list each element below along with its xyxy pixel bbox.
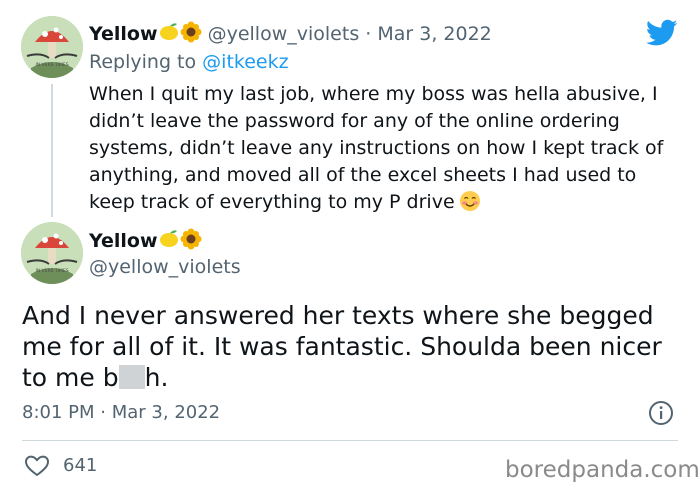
replying-to: Replying to @itkeekz [89, 50, 289, 74]
svg-text:IN VERS TIMES: IN VERS TIMES [35, 62, 68, 68]
avatar[interactable]: IN VERS TIMES [21, 222, 83, 284]
tweet-date[interactable]: Mar 3, 2022 [377, 23, 491, 45]
tweet-date: Mar 3, 2022 [111, 402, 221, 423]
separator-dot: · [100, 402, 106, 423]
lemon-emoji [159, 230, 178, 247]
sunflower-emoji [180, 21, 202, 43]
tweet2-name-row: Yellow [89, 228, 202, 253]
replying-handle-link[interactable]: @itkeekz [202, 51, 288, 73]
mushroom-frog-avatar-image: IN VERS TIMES [21, 16, 83, 78]
lemon-emoji [159, 23, 178, 40]
tweet1-header: Yellow @yellow_violets · Mar 3, 2022 [89, 21, 492, 46]
tweet2-body: And I never answered her texts where she… [22, 300, 687, 393]
censor-block [118, 365, 145, 389]
heart-icon[interactable] [24, 454, 50, 478]
thread-connector-line [51, 84, 53, 217]
tweet2-text-end: h. [144, 363, 169, 392]
like-count: 641 [63, 455, 98, 476]
separator-dot: · [365, 23, 372, 45]
display-name[interactable]: Yellow [89, 230, 158, 252]
tweet-time: 8:01 PM [22, 402, 95, 423]
tweet1-text: When I quit my last job, where my boss w… [89, 83, 664, 213]
info-icon[interactable] [648, 400, 674, 426]
handle[interactable]: @yellow_violets [89, 255, 241, 279]
tweet1-body: When I quit my last job, where my boss w… [89, 81, 679, 216]
divider [22, 440, 678, 441]
svg-text:IN VERS TIMES: IN VERS TIMES [35, 268, 68, 274]
sunflower-emoji [180, 228, 202, 250]
replying-label: Replying to [89, 51, 197, 73]
twitter-bird-icon[interactable] [646, 19, 678, 47]
mushroom-frog-avatar-image: IN VERS TIMES [21, 222, 83, 284]
handle[interactable]: @yellow_violets [208, 23, 360, 45]
tweet-timestamp[interactable]: 8:01 PM · Mar 3, 2022 [22, 402, 220, 424]
watermark: boredpanda.com [505, 457, 700, 483]
display-name[interactable]: Yellow [89, 23, 158, 45]
smiling-face-with-blush-emoji [459, 191, 480, 211]
avatar[interactable]: IN VERS TIMES [21, 16, 83, 78]
